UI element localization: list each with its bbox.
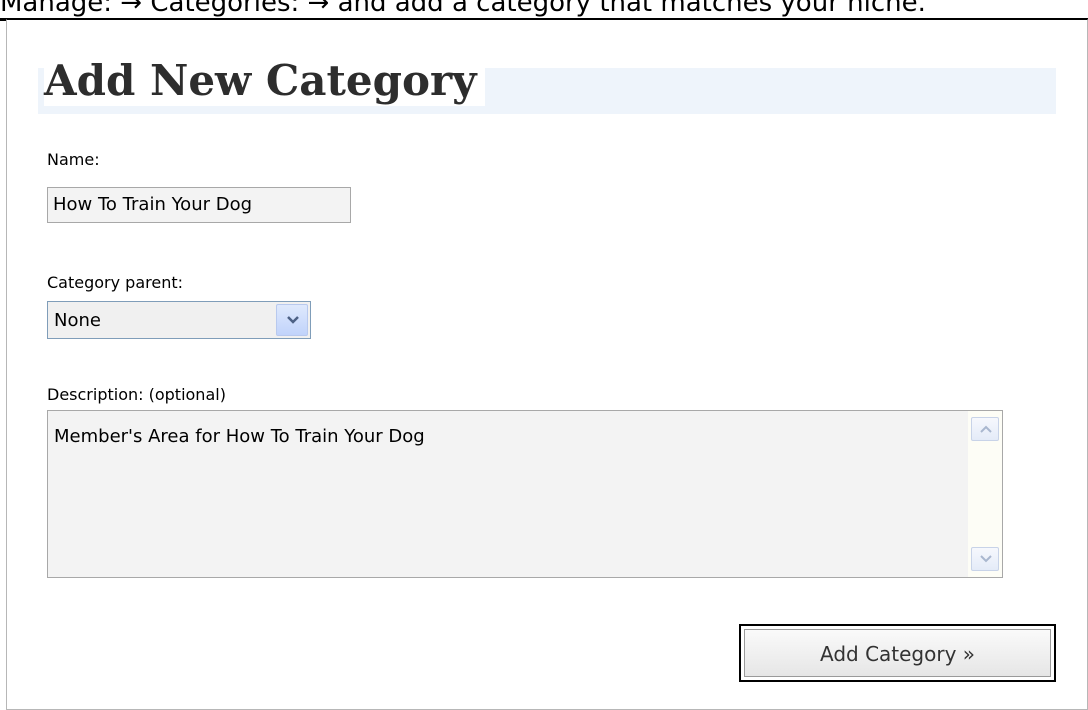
- category-description-textarea[interactable]: Member's Area for How To Train Your Dog: [47, 410, 1003, 578]
- description-label: Description: (optional): [47, 385, 226, 404]
- chevron-down-icon[interactable]: [971, 547, 999, 571]
- category-parent-selected-value: None: [54, 310, 101, 331]
- category-parent-label: Category parent:: [47, 273, 184, 292]
- description-text: Member's Area for How To Train Your Dog: [54, 426, 425, 447]
- page-title: Add New Category: [44, 56, 485, 106]
- category-parent-select[interactable]: None: [47, 301, 311, 339]
- add-category-panel: [6, 19, 1088, 710]
- category-name-input[interactable]: How To Train Your Dog: [47, 187, 351, 223]
- chevron-down-icon[interactable]: [276, 304, 308, 336]
- description-scrollbar[interactable]: [968, 411, 1002, 577]
- chevron-up-icon[interactable]: [971, 417, 999, 441]
- add-category-button[interactable]: Add Category »: [739, 624, 1056, 682]
- add-category-button-label: Add Category »: [744, 629, 1051, 677]
- intro-instruction-text: Manage: → Categories: → and add a catego…: [0, 0, 926, 18]
- name-label: Name:: [47, 150, 100, 169]
